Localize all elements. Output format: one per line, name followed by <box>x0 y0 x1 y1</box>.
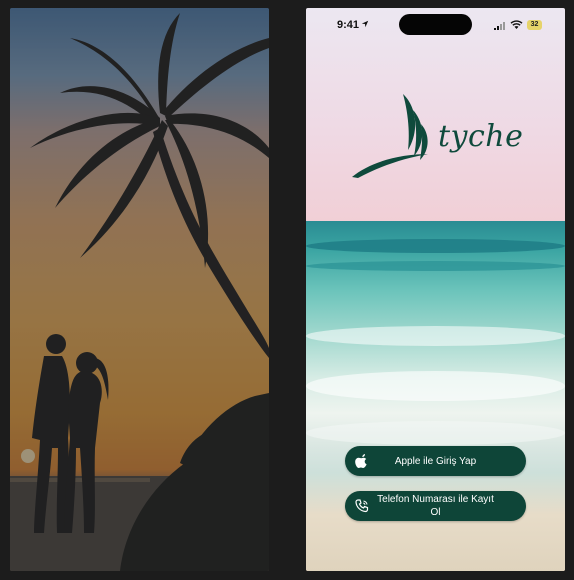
cellular-signal-icon <box>494 22 505 30</box>
brand-name: tyche <box>438 119 524 154</box>
dynamic-island <box>399 14 472 35</box>
battery-icon: 32 <box>527 20 542 30</box>
wifi-icon <box>510 20 523 29</box>
status-time: 9:41 <box>337 19 360 31</box>
phone-register-label: Telefon Numarası ile Kayıt Ol <box>377 494 494 518</box>
location-arrow-icon <box>361 20 369 28</box>
phone-icon <box>355 499 369 513</box>
status-bar: 9:41 32 <box>306 8 565 42</box>
couple-sunset-photo <box>10 8 269 571</box>
apple-icon <box>355 454 367 468</box>
apple-sign-in-button[interactable]: Apple ile Giriş Yap <box>345 446 526 476</box>
phone-screen: 9:41 32 tyche Apple ile Giriş Yap Telefo… <box>306 8 565 571</box>
phone-register-button[interactable]: Telefon Numarası ile Kayıt Ol <box>345 491 526 521</box>
photo-dim-overlay <box>10 8 269 571</box>
apple-sign-in-label: Apple ile Giriş Yap <box>394 455 477 467</box>
